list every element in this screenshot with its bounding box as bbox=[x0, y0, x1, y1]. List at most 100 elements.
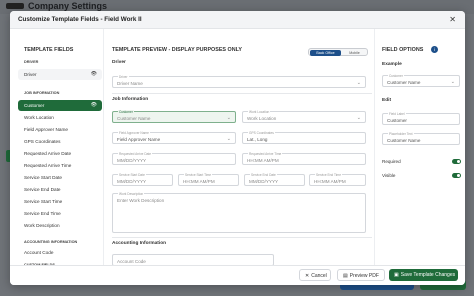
close-icon[interactable]: ✕ bbox=[449, 15, 456, 24]
service-start-time-field[interactable]: Service Start Time HH:MM AM/PM bbox=[178, 173, 239, 186]
preview-label: Preview PDF bbox=[349, 273, 379, 279]
edit-heading: Edit bbox=[382, 98, 392, 103]
chevron-down-icon: ⌄ bbox=[226, 115, 231, 121]
field-placeholder: Enter Work Description bbox=[117, 198, 165, 203]
field-floating-label: GPS Coordinates bbox=[248, 131, 275, 135]
info-icon[interactable]: i bbox=[431, 46, 438, 53]
driver-field[interactable]: Driver Driver Name ⌄ bbox=[112, 75, 366, 88]
section-header-accounting-information: ACCOUNTING INFORMATION bbox=[24, 240, 78, 244]
template-field-field-approver-name[interactable]: Field Approver Name bbox=[24, 127, 68, 132]
chevron-down-icon: ⌄ bbox=[356, 115, 361, 121]
field-label: Customer bbox=[24, 103, 45, 108]
save-template-changes-button[interactable]: ▣ Save Template Changes bbox=[389, 269, 458, 281]
modal-header: Customize Template Fields - Field Work I… bbox=[10, 11, 465, 29]
cancel-label: Cancel bbox=[311, 273, 327, 279]
template-preview-title: TEMPLATE PREVIEW - DISPLAY PURPOSES ONLY bbox=[112, 47, 242, 53]
field-floating-label: Driver bbox=[118, 75, 129, 79]
example-heading: Example bbox=[382, 62, 402, 67]
cancel-button[interactable]: ✕ Cancel bbox=[299, 269, 331, 281]
field-placeholder: Lat., Long bbox=[247, 137, 268, 142]
field-floating-label: Service End Time bbox=[315, 173, 342, 177]
field-placeholder: Driver Name bbox=[117, 81, 143, 86]
field-floating-label: Field Label bbox=[388, 112, 406, 116]
requested-arrive-date-field[interactable]: Requested Arrive Date MM/DD/YYYY bbox=[112, 152, 236, 165]
field-value: Customer Name bbox=[387, 138, 421, 143]
template-field-work-description[interactable]: Work Description bbox=[24, 223, 60, 228]
field-placeholder: Work Location bbox=[247, 116, 277, 121]
preview-section-accounting-information: Accounting Information bbox=[112, 241, 167, 246]
view-mode-toggle[interactable]: Back Office Mobile bbox=[308, 48, 368, 56]
field-placeholder: MM/DD/YYYY bbox=[117, 179, 147, 184]
template-field-service-end-time[interactable]: Service End Time bbox=[24, 211, 61, 216]
preview-pdf-button[interactable]: ▤ Preview PDF bbox=[337, 269, 385, 281]
field-floating-label: Requested Arrive Date bbox=[118, 152, 153, 156]
template-field-service-end-date[interactable]: Service End Date bbox=[24, 187, 60, 192]
template-field-service-start-date[interactable]: Service Start Date bbox=[24, 175, 62, 180]
eye-icon[interactable]: 👁 bbox=[91, 102, 97, 108]
section-header-driver: DRIVER bbox=[24, 60, 39, 64]
template-field-customer[interactable]: Customer 👁 bbox=[18, 100, 102, 111]
preview-section-driver: Driver bbox=[112, 60, 126, 65]
template-field-gps-coordinates[interactable]: GPS Coordinates bbox=[24, 139, 60, 144]
field-placeholder: Account Code bbox=[117, 259, 146, 264]
field-value: Customer bbox=[387, 118, 407, 123]
template-preview-panel: TEMPLATE PREVIEW - DISPLAY PURPOSES ONLY… bbox=[104, 29, 374, 266]
field-options-title: FIELD OPTIONS bbox=[382, 47, 424, 53]
modal-title: Customize Template Fields - Field Work I… bbox=[18, 16, 142, 23]
template-field-requested-arrive-time[interactable]: Requested Arrive Time bbox=[24, 163, 71, 168]
gps-coordinates-field[interactable]: GPS Coordinates Lat., Long bbox=[242, 131, 366, 144]
visible-label: Visible bbox=[382, 173, 396, 178]
template-field-requested-arrive-date[interactable]: Requested Arrive Date bbox=[24, 151, 71, 156]
template-field-account-code[interactable]: Account Code bbox=[24, 250, 53, 255]
field-placeholder: MM/DD/YYYY bbox=[117, 158, 147, 163]
visible-toggle[interactable] bbox=[452, 173, 461, 178]
field-placeholder: HH:MM AM/PM bbox=[314, 179, 346, 184]
field-label-input[interactable]: Field Label Customer bbox=[382, 112, 460, 125]
field-floating-label: Work Location bbox=[248, 110, 271, 114]
eye-icon[interactable]: 👁 bbox=[91, 71, 97, 77]
document-icon: ▤ bbox=[343, 273, 348, 279]
template-field-work-location[interactable]: Work Location bbox=[24, 115, 54, 120]
field-placeholder: Customer Name bbox=[117, 116, 151, 121]
chevron-down-icon: ⌄ bbox=[356, 80, 361, 86]
field-floating-label: Customer bbox=[388, 74, 404, 78]
work-location-field[interactable]: Work Location Work Location ⌄ bbox=[242, 110, 366, 123]
chevron-down-icon: ⌄ bbox=[226, 136, 231, 142]
service-start-date-field[interactable]: Service Start Date MM/DD/YYYY bbox=[112, 173, 173, 186]
modal-footer: ✕ Cancel ▤ Preview PDF ▣ Save Template Chan… bbox=[10, 265, 465, 285]
field-floating-label: Field Approver Name bbox=[118, 131, 150, 135]
customer-field[interactable]: Customer Customer Name ⌄ bbox=[112, 110, 236, 123]
save-label: Save Template Changes bbox=[400, 272, 456, 278]
field-placeholder: HH:MM AM/PM bbox=[247, 158, 279, 163]
field-placeholder: MM/DD/YYYY bbox=[249, 179, 279, 184]
service-end-date-field[interactable]: Service End Date MM/DD/YYYY bbox=[244, 173, 305, 186]
toggle-mobile[interactable]: Mobile bbox=[342, 50, 367, 56]
requested-arrive-time-field[interactable]: Requested Arrive Time HH:MM AM/PM bbox=[242, 152, 366, 165]
placeholder-text-input[interactable]: Placeholder Text Customer Name bbox=[382, 132, 460, 145]
field-options-panel: FIELD OPTIONS i Example Customer Custome… bbox=[374, 29, 465, 265]
field-floating-label: Service Start Time bbox=[184, 173, 213, 177]
example-field: Customer Customer Name ⌄ bbox=[382, 74, 460, 87]
section-header-job-information: JOB INFORMATION bbox=[24, 91, 60, 95]
work-description-field[interactable]: Work Description Enter Work Description bbox=[112, 192, 366, 233]
service-end-time-field[interactable]: Service End Time HH:MM AM/PM bbox=[309, 173, 366, 186]
template-field-driver[interactable]: Driver 👁 bbox=[18, 69, 102, 80]
field-value: Customer Name bbox=[387, 80, 421, 85]
app-logo bbox=[6, 3, 24, 9]
customize-template-modal: Customize Template Fields - Field Work I… bbox=[10, 11, 465, 285]
background-title: Company Settings bbox=[28, 1, 108, 11]
field-floating-label: Work Description bbox=[118, 192, 145, 196]
field-floating-label: Service Start Date bbox=[118, 173, 146, 177]
field-placeholder: HH:MM AM/PM bbox=[183, 179, 215, 184]
save-icon: ▣ bbox=[394, 272, 399, 278]
template-field-service-start-time[interactable]: Service Start Time bbox=[24, 199, 62, 204]
field-floating-label: Requested Arrive Time bbox=[248, 152, 283, 156]
toggle-back-office[interactable]: Back Office bbox=[310, 50, 341, 56]
field-approver-field[interactable]: Field Approver Name Field Approver Name … bbox=[112, 131, 236, 144]
field-floating-label: Placeholder Text bbox=[388, 132, 414, 136]
required-toggle[interactable] bbox=[452, 159, 461, 164]
divider bbox=[112, 93, 372, 94]
field-floating-label: Service End Date bbox=[250, 173, 277, 177]
template-fields-title: TEMPLATE FIELDS bbox=[24, 47, 74, 53]
template-fields-panel: TEMPLATE FIELDS DRIVER Driver 👁 JOB INFO… bbox=[16, 29, 104, 267]
